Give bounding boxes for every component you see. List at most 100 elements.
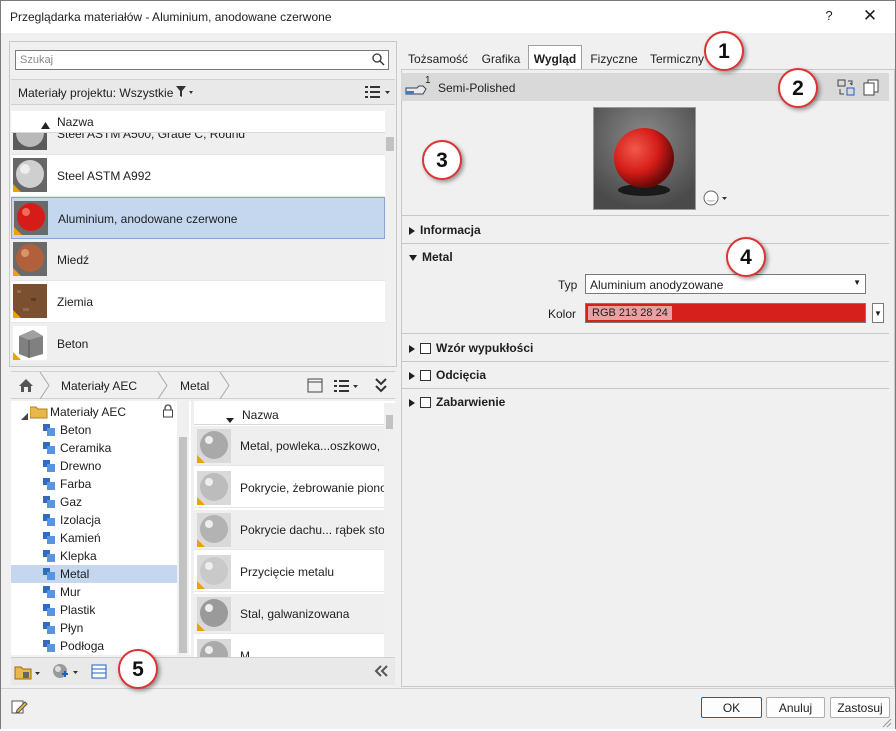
tree-item-label: Beton <box>60 423 92 437</box>
window-title: Przeglądarka materiałów - Aluminium, ano… <box>10 10 332 24</box>
tab-tozsamosc[interactable]: Tożsamość <box>405 48 471 69</box>
chevron-down-icon: ▼ <box>853 278 861 287</box>
list-item[interactable]: Ziemia <box>11 281 385 323</box>
search-input[interactable]: Szukaj <box>15 50 389 70</box>
library-scrollbar[interactable] <box>384 403 395 655</box>
create-material-icon[interactable] <box>52 663 82 683</box>
library-item[interactable]: Stal, galwanizowana <box>194 594 384 634</box>
view-options-icon[interactable] <box>365 85 393 102</box>
list-view-icon[interactable] <box>334 379 362 396</box>
metal-sphere-thumbnail <box>197 513 231 549</box>
sort-descending-icon <box>226 412 234 426</box>
panel-layout-icon[interactable] <box>307 378 323 396</box>
expand-icon <box>409 398 415 407</box>
collapse-library-icon[interactable] <box>374 665 388 680</box>
color-swatch-field[interactable]: RGB 213 28 24 <box>585 303 866 323</box>
tree-item-6[interactable]: Kamień <box>11 529 177 547</box>
library-item[interactable]: Pokrycie dachu... rąbek stoj <box>194 510 384 550</box>
list-item[interactable]: Miedź <box>11 239 385 281</box>
section-informacja[interactable]: Informacja <box>409 223 481 237</box>
color-dropdown-button[interactable]: ▼ <box>872 303 884 323</box>
tab-wyglad[interactable]: Wygląd <box>528 45 582 69</box>
tree-item-8[interactable]: Metal <box>11 565 177 583</box>
list-item[interactable]: Steel ASTM A992 <box>11 155 385 197</box>
editor-toggle-icon[interactable] <box>91 664 107 682</box>
list-item-label: Steel ASTM A500, Grade C, Round <box>57 133 246 141</box>
help-button[interactable]: ? <box>819 8 839 26</box>
ok-button[interactable]: OK <box>701 697 762 718</box>
section-label: Informacja <box>420 223 481 237</box>
tree-item-3[interactable]: Farba <box>11 475 177 493</box>
tree-item-label: Klepka <box>60 549 97 563</box>
home-icon[interactable] <box>18 378 34 396</box>
edit-note-icon[interactable] <box>11 699 28 718</box>
breadcrumb-chevron-icon <box>219 371 231 402</box>
tree-item-12[interactable]: Podłoga <box>11 637 177 655</box>
tree-item-1[interactable]: Ceramika <box>11 439 177 457</box>
tree-item-2[interactable]: Drewno <box>11 457 177 475</box>
close-button[interactable]: ✕ <box>858 6 882 28</box>
tree-scrollbar[interactable] <box>177 401 189 655</box>
list-item[interactable]: Steel ASTM A500, Grade C, Round <box>11 133 385 155</box>
search-icon[interactable] <box>372 53 385 69</box>
section-label: Wzór wypukłości <box>436 341 534 355</box>
scrollbar-thumb[interactable] <box>386 137 394 151</box>
tree-item-label: Izolacja <box>60 513 101 527</box>
tree-item-4[interactable]: Gaz <box>11 493 177 511</box>
enable-checkbox[interactable] <box>420 397 431 409</box>
library-column-header[interactable]: Nazwa <box>194 403 384 425</box>
sort-ascending-icon <box>41 118 50 132</box>
tree-item-11[interactable]: Płyn <box>11 619 177 637</box>
tree-root[interactable]: Materiały AEC <box>11 403 177 421</box>
section-zabarwienie[interactable]: Zabarwienie <box>409 395 505 409</box>
project-filter-label[interactable]: Materiały projektu: Wszystkie <box>18 86 173 100</box>
category-icon <box>43 496 55 508</box>
category-icon <box>43 514 55 526</box>
section-wzor-wypuklosci[interactable]: Wzór wypukłości <box>409 341 533 355</box>
project-column-header[interactable]: Nazwa <box>11 111 385 133</box>
list-item-label: Ziemia <box>57 295 94 309</box>
section-odciecia[interactable]: Odcięcia <box>409 368 486 382</box>
breadcrumb-item-metal[interactable]: Metal <box>180 379 209 393</box>
breadcrumb-item-aec[interactable]: Materiały AEC <box>61 379 137 393</box>
tree-item-10[interactable]: Plastik <box>11 601 177 619</box>
project-list: Steel ASTM A500, Grade C, Round Steel AS… <box>11 133 385 365</box>
metal-sphere-thumbnail <box>197 471 231 507</box>
list-item-label: Steel ASTM A992 <box>57 169 152 183</box>
filter-icon[interactable] <box>175 85 195 102</box>
divider <box>401 243 889 244</box>
copper-sphere-thumbnail <box>13 242 47 276</box>
tab-fizyczne[interactable]: Fizyczne <box>587 48 641 69</box>
enable-checkbox[interactable] <box>420 370 431 382</box>
tree-item-label: Farba <box>60 477 92 491</box>
cancel-button[interactable]: Anuluj <box>766 697 825 718</box>
open-library-icon[interactable] <box>14 664 42 683</box>
tab-termiczny[interactable]: Termiczny <box>649 48 705 69</box>
section-metal[interactable]: Metal <box>409 250 453 264</box>
list-item[interactable]: Beton <box>11 323 385 365</box>
library-item[interactable]: Przycięcie metalu <box>194 552 384 592</box>
tree-item-0[interactable]: Beton <box>11 421 177 439</box>
replace-asset-icon[interactable] <box>837 79 855 99</box>
expand-down-icon[interactable] <box>375 378 387 396</box>
tree-root-label: Materiały AEC <box>50 405 127 419</box>
render-options-icon[interactable] <box>703 190 731 209</box>
scrollbar-thumb[interactable] <box>386 415 393 429</box>
library-item[interactable]: Metal, powleka...oszkowo, b <box>194 426 384 466</box>
enable-checkbox[interactable] <box>420 343 431 355</box>
tree-item-5[interactable]: Izolacja <box>11 511 177 529</box>
breadcrumb: Materiały AEC Metal <box>11 371 395 402</box>
apply-button[interactable]: Zastosuj <box>830 697 890 718</box>
project-list-scrollbar[interactable] <box>385 111 395 365</box>
duplicate-asset-icon[interactable] <box>863 79 880 99</box>
metal-type-select[interactable]: Aluminium anodyzowane ▼ <box>585 274 866 294</box>
list-item-selected[interactable]: Aluminium, anodowane czerwone <box>11 197 385 239</box>
scrollbar-thumb[interactable] <box>179 437 187 653</box>
category-icon <box>43 622 55 634</box>
tab-grafika[interactable]: Grafika <box>476 48 526 69</box>
tree-item-9[interactable]: Mur <box>11 583 177 601</box>
tree-item-7[interactable]: Klepka <box>11 547 177 565</box>
library-item[interactable]: Pokrycie, żebrowanie piono <box>194 468 384 508</box>
category-icon <box>43 604 55 616</box>
callout-5: 5 <box>118 649 158 689</box>
